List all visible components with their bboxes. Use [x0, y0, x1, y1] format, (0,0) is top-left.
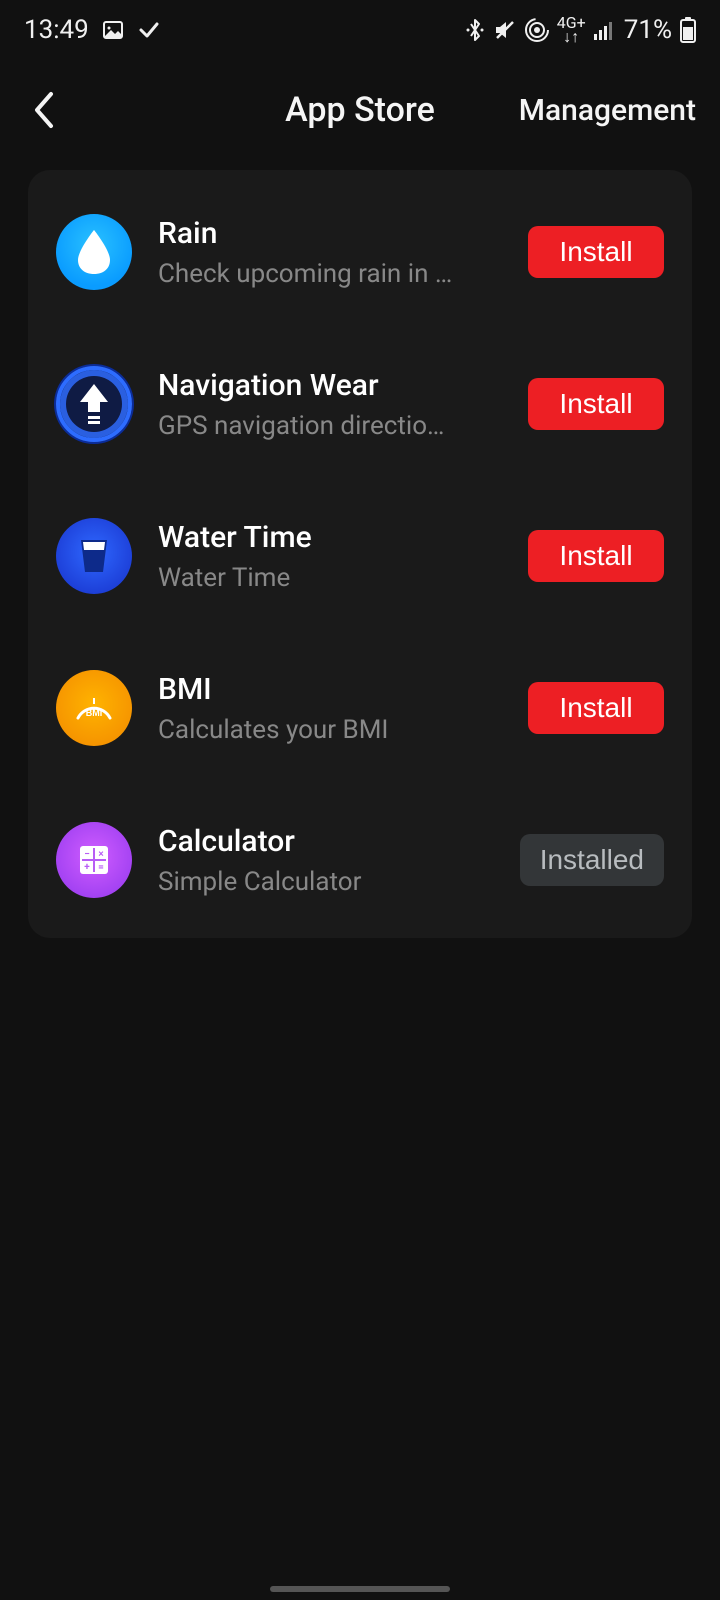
app-subtitle: Water Time [158, 563, 458, 593]
svg-text:−: − [84, 849, 90, 860]
hotspot-icon [525, 18, 549, 42]
svg-text:=: = [98, 862, 104, 873]
svg-text:BMI: BMI [86, 708, 103, 718]
calculator-app-icon: − × + = [56, 822, 132, 898]
battery-pct: 71% [624, 15, 672, 45]
app-subtitle: Check upcoming rain in a … [158, 259, 458, 289]
page-title: App Store [285, 90, 435, 130]
back-button[interactable] [24, 90, 64, 130]
gauge-icon: BMI [70, 684, 118, 732]
app-row-navigation-wear[interactable]: Navigation Wear GPS navigation direction… [28, 326, 692, 478]
app-row-calculator[interactable]: − × + = Calculator Simple Calculator Ins… [28, 782, 692, 934]
installed-button[interactable]: Installed [520, 834, 664, 886]
app-title: BMI [158, 672, 502, 707]
chevron-left-icon [31, 90, 57, 130]
app-header: App Store Management [0, 60, 720, 170]
arrow-up-icon [76, 382, 112, 426]
app-title: Navigation Wear [158, 368, 502, 403]
rain-app-icon [56, 214, 132, 290]
install-button[interactable]: Install [528, 226, 664, 278]
navigation-app-icon [56, 366, 132, 442]
bluetooth-icon [465, 18, 485, 42]
water-app-icon [56, 518, 132, 594]
svg-text:×: × [98, 849, 103, 860]
signal-icon [594, 20, 616, 40]
app-row-bmi[interactable]: BMI BMI Calculates your BMI Install [28, 630, 692, 782]
picture-icon [101, 18, 125, 42]
mute-icon [493, 18, 517, 42]
droplet-icon [74, 228, 114, 276]
install-button[interactable]: Install [528, 682, 664, 734]
management-link[interactable]: Management [519, 93, 696, 128]
glass-icon [77, 536, 111, 576]
gesture-bar[interactable] [270, 1586, 450, 1592]
check-icon [137, 18, 161, 42]
app-subtitle: Simple Calculator [158, 867, 458, 897]
app-subtitle: Calculates your BMI [158, 715, 458, 745]
statusbar: 13:49 4G+↓↑ 71% [0, 0, 720, 60]
app-row-water-time[interactable]: Water Time Water Time Install [28, 478, 692, 630]
app-row-rain[interactable]: Rain Check upcoming rain in a … Install [28, 174, 692, 326]
app-subtitle: GPS navigation directions … [158, 411, 458, 441]
app-list: Rain Check upcoming rain in a … Install … [28, 170, 692, 938]
bmi-app-icon: BMI [56, 670, 132, 746]
app-title: Calculator [158, 824, 494, 859]
app-title: Water Time [158, 520, 502, 555]
svg-text:+: + [84, 862, 90, 873]
app-title: Rain [158, 216, 502, 251]
calculator-icon: − × + = [74, 840, 114, 880]
status-time: 13:49 [24, 15, 89, 45]
battery-icon [680, 17, 696, 43]
install-button[interactable]: Install [528, 530, 664, 582]
install-button[interactable]: Install [528, 378, 664, 430]
network-type: 4G+↓↑ [557, 16, 586, 44]
